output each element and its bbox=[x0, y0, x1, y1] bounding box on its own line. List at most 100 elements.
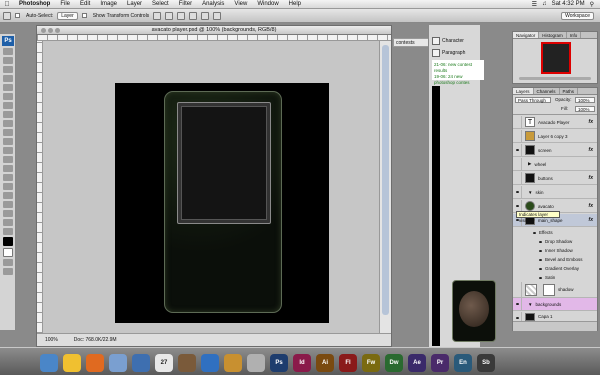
ichat-icon[interactable] bbox=[132, 354, 150, 372]
3d-rotate-tool-icon[interactable] bbox=[3, 210, 13, 217]
brush-tool-icon[interactable] bbox=[3, 111, 13, 118]
dreamweaver-icon[interactable]: Dw bbox=[385, 354, 403, 372]
effect-visibility-icon[interactable] bbox=[539, 250, 542, 252]
menu-select[interactable]: Select bbox=[147, 1, 174, 7]
menu-help[interactable]: Help bbox=[284, 1, 306, 7]
fireworks-icon[interactable]: Fw bbox=[362, 354, 380, 372]
wifi-icon[interactable]: ☰ bbox=[532, 1, 537, 8]
news-item[interactable]: 21-06: new contest results bbox=[434, 62, 482, 74]
effect-row[interactable]: Inner Shadow bbox=[539, 247, 573, 254]
tab-paths[interactable]: Paths bbox=[560, 88, 579, 94]
align-center-icon[interactable] bbox=[201, 11, 210, 20]
paragraph-panel-button[interactable]: Paragraph bbox=[432, 49, 465, 57]
layer-row[interactable]: buttons fx bbox=[513, 171, 597, 185]
menu-window[interactable]: Window bbox=[252, 1, 283, 7]
indesign-icon[interactable]: Id bbox=[293, 354, 311, 372]
effect-visibility-icon[interactable] bbox=[539, 241, 542, 243]
visibility-toggle-icon[interactable] bbox=[513, 297, 522, 311]
visibility-toggle-icon[interactable] bbox=[513, 171, 522, 185]
effect-row[interactable]: Drop Shadow bbox=[539, 238, 572, 245]
preferences-icon[interactable] bbox=[247, 354, 265, 372]
effect-visibility-icon[interactable] bbox=[539, 259, 542, 261]
layer-row[interactable]: ▼ backgrounds bbox=[513, 297, 597, 311]
fx-icon[interactable]: fx bbox=[589, 203, 593, 209]
volume-icon[interactable]: ♫ bbox=[542, 1, 547, 7]
tab-navigator[interactable]: Navigator bbox=[513, 32, 540, 38]
show-transform-checkbox[interactable] bbox=[81, 13, 87, 18]
aftereffects-icon[interactable]: Ae bbox=[408, 354, 426, 372]
calendar-icon[interactable]: 27 bbox=[155, 354, 173, 372]
visibility-toggle-icon[interactable] bbox=[513, 281, 522, 298]
foreground-color-swatch[interactable] bbox=[3, 237, 13, 246]
character-panel-button[interactable]: Character bbox=[432, 37, 464, 45]
pasteboard[interactable] bbox=[43, 41, 379, 333]
close-window-icon[interactable] bbox=[41, 28, 46, 33]
eraser-tool-icon[interactable] bbox=[3, 138, 13, 145]
align-middle-icon[interactable] bbox=[165, 11, 174, 20]
vertical-scrollbar[interactable] bbox=[379, 41, 391, 333]
layer-row[interactable]: shadow bbox=[513, 281, 597, 298]
document-canvas[interactable] bbox=[115, 83, 329, 323]
background-color-swatch[interactable] bbox=[3, 248, 13, 257]
itunes-icon[interactable] bbox=[201, 354, 219, 372]
tab-histogram[interactable]: Histogram bbox=[539, 32, 567, 38]
layer-row[interactable]: Layer 6 copy 3 bbox=[513, 129, 597, 143]
menu-file[interactable]: File bbox=[55, 1, 75, 7]
blend-mode-dropdown[interactable]: Pass Through bbox=[515, 97, 551, 103]
flash-icon[interactable]: Fl bbox=[339, 354, 357, 372]
tab-channels[interactable]: Channels bbox=[534, 88, 560, 94]
align-top-icon[interactable] bbox=[153, 11, 162, 20]
effect-row[interactable]: Satin bbox=[539, 274, 555, 281]
premiere-icon[interactable]: Pr bbox=[431, 354, 449, 372]
magic-wand-tool-icon[interactable] bbox=[3, 75, 13, 82]
zoom-level[interactable]: 100% bbox=[45, 337, 58, 343]
path-selection-tool-icon[interactable] bbox=[3, 192, 13, 199]
marquee-tool-icon[interactable] bbox=[3, 57, 13, 64]
news-item[interactable]: 19-06: 24 new photoshop contes bbox=[434, 74, 482, 86]
navigator-thumbnail[interactable] bbox=[541, 42, 571, 74]
effect-row[interactable]: Bevel and Emboss bbox=[539, 256, 583, 263]
layer-row[interactable]: screen fx bbox=[513, 143, 597, 157]
kitty-icon[interactable] bbox=[63, 354, 81, 372]
spotlight-icon[interactable]: ⚲ bbox=[590, 1, 594, 8]
visibility-toggle-icon[interactable] bbox=[513, 143, 522, 157]
floating-preview-thumbnail[interactable] bbox=[452, 280, 496, 342]
layer-row[interactable]: T Avacado Player fx bbox=[513, 115, 597, 129]
lasso-tool-icon[interactable] bbox=[3, 66, 13, 73]
blur-tool-icon[interactable] bbox=[3, 156, 13, 163]
zoom-window-icon[interactable] bbox=[55, 28, 60, 33]
hand-tool-icon[interactable] bbox=[3, 219, 13, 226]
tab-layers[interactable]: Layers bbox=[513, 88, 534, 94]
addressbook-icon[interactable] bbox=[178, 354, 196, 372]
document-titlebar[interactable]: avacato player.psd @ 100% (backgrounds, … bbox=[37, 26, 391, 35]
auto-select-checkbox[interactable] bbox=[15, 13, 20, 18]
visibility-toggle-icon[interactable] bbox=[513, 157, 522, 171]
scrollbar-thumb[interactable] bbox=[382, 45, 389, 315]
mail-icon[interactable] bbox=[109, 354, 127, 372]
encore-icon[interactable]: En bbox=[454, 354, 472, 372]
quick-mask-icon[interactable] bbox=[3, 259, 13, 266]
gradient-tool-icon[interactable] bbox=[3, 147, 13, 154]
photoshop-icon[interactable]: Ps bbox=[270, 354, 288, 372]
iphoto-icon[interactable] bbox=[224, 354, 242, 372]
align-left-icon[interactable] bbox=[189, 11, 198, 20]
doc-size-info[interactable]: Doc: 768.0K/22.9M bbox=[74, 337, 117, 343]
fx-icon[interactable]: fx bbox=[589, 119, 593, 125]
align-bottom-icon[interactable] bbox=[177, 11, 186, 20]
effect-visibility-icon[interactable] bbox=[533, 232, 536, 234]
illustrator-icon[interactable]: Ai bbox=[316, 354, 334, 372]
menu-edit[interactable]: Edit bbox=[75, 1, 95, 7]
history-brush-tool-icon[interactable] bbox=[3, 129, 13, 136]
crop-tool-icon[interactable] bbox=[3, 84, 13, 91]
healing-brush-tool-icon[interactable] bbox=[3, 102, 13, 109]
visibility-toggle-icon[interactable] bbox=[513, 115, 522, 129]
effect-visibility-icon[interactable] bbox=[539, 277, 542, 279]
menu-image[interactable]: Image bbox=[95, 1, 122, 7]
tab-info[interactable]: Info bbox=[567, 32, 582, 38]
dodge-tool-icon[interactable] bbox=[3, 165, 13, 172]
clone-stamp-tool-icon[interactable] bbox=[3, 120, 13, 127]
browser-tab-contests[interactable]: contests bbox=[393, 38, 431, 47]
type-tool-icon[interactable] bbox=[3, 183, 13, 190]
minimize-window-icon[interactable] bbox=[48, 28, 53, 33]
move-tool-icon[interactable] bbox=[3, 48, 13, 55]
